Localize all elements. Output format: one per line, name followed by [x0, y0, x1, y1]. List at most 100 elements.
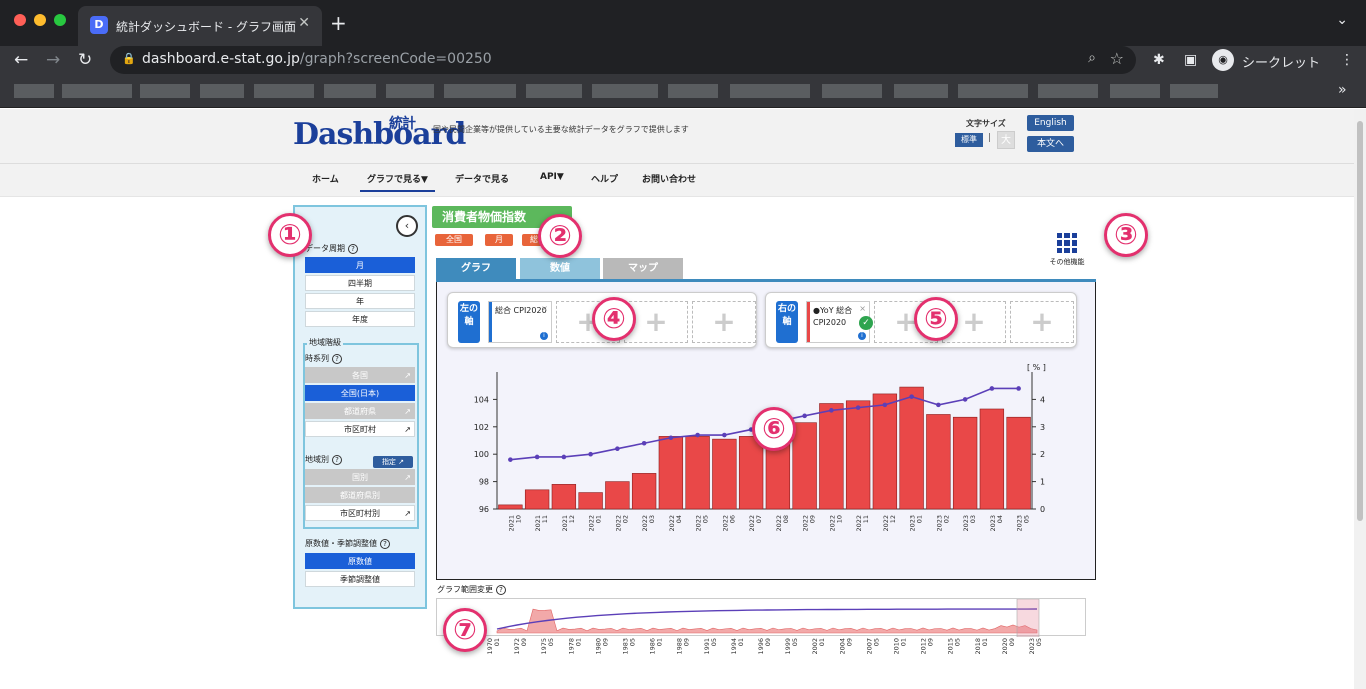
- by-prefecture[interactable]: 都道府県別: [305, 487, 415, 503]
- point-yoy: [695, 432, 700, 438]
- remove-series-icon[interactable]: ×: [859, 303, 866, 315]
- bookmarks-overflow-icon[interactable]: »: [1338, 82, 1347, 98]
- help-icon[interactable]: ?: [332, 353, 342, 364]
- browser-tab-active[interactable]: D 統計ダッシュボード - グラフ画面 ✕: [78, 6, 322, 46]
- x-tick-label: 202209: [802, 515, 817, 532]
- add-series-slot[interactable]: +: [692, 301, 756, 343]
- info-icon[interactable]: i: [858, 332, 866, 340]
- external-link-icon: ↗: [404, 407, 411, 416]
- english-button[interactable]: English: [1027, 115, 1074, 131]
- address-bar[interactable]: 🔒 dashboard.e-stat.go.jp/graph?screenCod…: [110, 46, 1136, 74]
- bookmarks-bar: »: [0, 76, 1366, 108]
- add-series-slot[interactable]: +: [1010, 301, 1074, 343]
- series-municipality[interactable]: 市区町村 ↗: [305, 421, 415, 437]
- skip-to-content-button[interactable]: 本文へ: [1027, 136, 1074, 152]
- side-panel-icon[interactable]: ▣: [1184, 52, 1197, 68]
- external-link-icon: ↗: [404, 509, 411, 518]
- point-yoy: [802, 413, 807, 419]
- font-size-standard-button[interactable]: 標準: [955, 133, 983, 147]
- series-prefecture[interactable]: 都道府県 ↗: [305, 403, 415, 419]
- adjust-raw[interactable]: 原数値: [305, 553, 415, 569]
- new-tab-icon[interactable]: +: [330, 11, 347, 35]
- zoom-icon[interactable]: ⌕: [1088, 50, 1096, 66]
- bar-cpi: [872, 393, 898, 510]
- browser-menu-icon[interactable]: ⋮: [1340, 52, 1354, 68]
- nav-help[interactable]: ヘルプ: [591, 168, 618, 192]
- by-municipality[interactable]: 市区町村別 ↗: [305, 505, 415, 521]
- back-icon[interactable]: ←: [14, 50, 28, 70]
- help-icon[interactable]: ?: [496, 584, 506, 595]
- tab-values[interactable]: 数値: [520, 258, 600, 279]
- navigator-chart[interactable]: [437, 599, 1087, 637]
- tab-close-icon[interactable]: ✕: [298, 15, 310, 31]
- collapse-panel-icon[interactable]: ‹: [396, 215, 418, 237]
- forward-icon[interactable]: →: [46, 50, 60, 70]
- page: Dashboard 統計 国や民間企業等が提供している主要な統計データをグラフで…: [0, 109, 1354, 689]
- by-country[interactable]: 国別 ↗: [305, 469, 415, 485]
- navigator-tick-label: 199609: [757, 638, 772, 655]
- font-size-separator: |: [988, 133, 992, 143]
- global-nav: ホーム グラフで見る▼ データで見る API▼ ヘルプ お問い合わせ: [0, 164, 1354, 196]
- designate-region-button[interactable]: 指定 ↗: [373, 456, 413, 468]
- page-scrollbar[interactable]: [1354, 109, 1366, 689]
- period-yearly[interactable]: 年: [305, 293, 415, 309]
- left-series-slot[interactable]: 総合 CPI2020 × i: [488, 301, 552, 343]
- adjust-seasonal[interactable]: 季節調整値: [305, 571, 415, 587]
- font-size-large-button[interactable]: 大: [997, 131, 1015, 149]
- other-functions-button[interactable]: その他機能: [1045, 233, 1089, 269]
- tab-title: 統計ダッシュボード - グラフ画面: [116, 20, 296, 34]
- help-icon[interactable]: ?: [380, 538, 390, 549]
- navigator-tick-label: 198809: [676, 638, 691, 655]
- navigator-selection: [1016, 599, 1040, 637]
- tab-map[interactable]: マップ: [603, 258, 683, 279]
- nav-contact[interactable]: お問い合わせ: [642, 168, 696, 192]
- range-navigator[interactable]: [436, 598, 1087, 637]
- reload-icon[interactable]: ↻: [78, 50, 92, 70]
- x-tick-label: 202206: [721, 515, 736, 532]
- help-icon[interactable]: ?: [348, 243, 358, 254]
- bar-cpi: [551, 484, 577, 510]
- navigator-tick-label: 202305: [1028, 638, 1043, 655]
- grid-menu-icon: [1057, 233, 1077, 253]
- site-header: Dashboard 統計 国や民間企業等が提供している主要な統計データをグラフで…: [0, 109, 1354, 164]
- cpi-chart[interactable]: 96 98 100 102 104 0 1 2 3 4 [ % ] 202110 202111 20211…: [437, 352, 1097, 577]
- bar-cpi: [605, 481, 630, 510]
- tab-graph[interactable]: グラフ: [436, 258, 516, 279]
- nav-home[interactable]: ホーム: [312, 168, 339, 192]
- bar-cpi: [578, 492, 603, 510]
- check-icon: ✓: [859, 316, 873, 330]
- period-fiscal-year[interactable]: 年度: [305, 311, 415, 327]
- point-yoy: [641, 440, 647, 446]
- nav-data[interactable]: データで見る: [455, 168, 509, 192]
- window-close-button[interactable]: [14, 14, 26, 26]
- navigator-tick-label: 198601: [649, 638, 664, 655]
- right-tick-label: 1: [1040, 478, 1045, 487]
- browser-tab-bar: D 統計ダッシュボード - グラフ画面 ✕ + ⌄: [0, 0, 1366, 46]
- window-zoom-button[interactable]: [54, 14, 66, 26]
- navigator-tick-label: 199105: [703, 638, 718, 655]
- right-series-slot[interactable]: ●YoY 総合 CPI2020 × i ✓: [806, 301, 873, 343]
- font-size-label: 文字サイズ: [966, 119, 1006, 128]
- navigator-tick-label: 197001: [486, 638, 501, 655]
- x-tick-label: 202301: [909, 515, 924, 532]
- point-yoy: [936, 402, 941, 408]
- extensions-icon[interactable]: ✱: [1153, 52, 1165, 68]
- right-axis-label: 右の軸: [776, 301, 798, 343]
- window-minimize-button[interactable]: [34, 14, 46, 26]
- period-quarterly[interactable]: 四半期: [305, 275, 415, 291]
- bar-cpi: [1006, 416, 1031, 510]
- external-link-icon: ↗: [404, 425, 411, 434]
- bar-cpi: [899, 386, 924, 510]
- x-tick-label: 202207: [748, 515, 763, 532]
- remove-series-icon[interactable]: ×: [541, 303, 548, 315]
- series-countries[interactable]: 各国 ↗: [305, 367, 415, 383]
- period-monthly[interactable]: 月: [305, 257, 415, 273]
- series-national[interactable]: 全国(日本): [305, 385, 415, 401]
- nav-api[interactable]: API▼: [540, 168, 564, 192]
- help-icon[interactable]: ?: [332, 454, 342, 465]
- nav-graph[interactable]: グラフで見る▼: [360, 168, 435, 192]
- point-yoy: [534, 454, 540, 460]
- info-icon[interactable]: i: [540, 332, 548, 340]
- tab-search-icon[interactable]: ⌄: [1336, 12, 1348, 28]
- bookmark-star-icon[interactable]: ☆: [1110, 49, 1124, 68]
